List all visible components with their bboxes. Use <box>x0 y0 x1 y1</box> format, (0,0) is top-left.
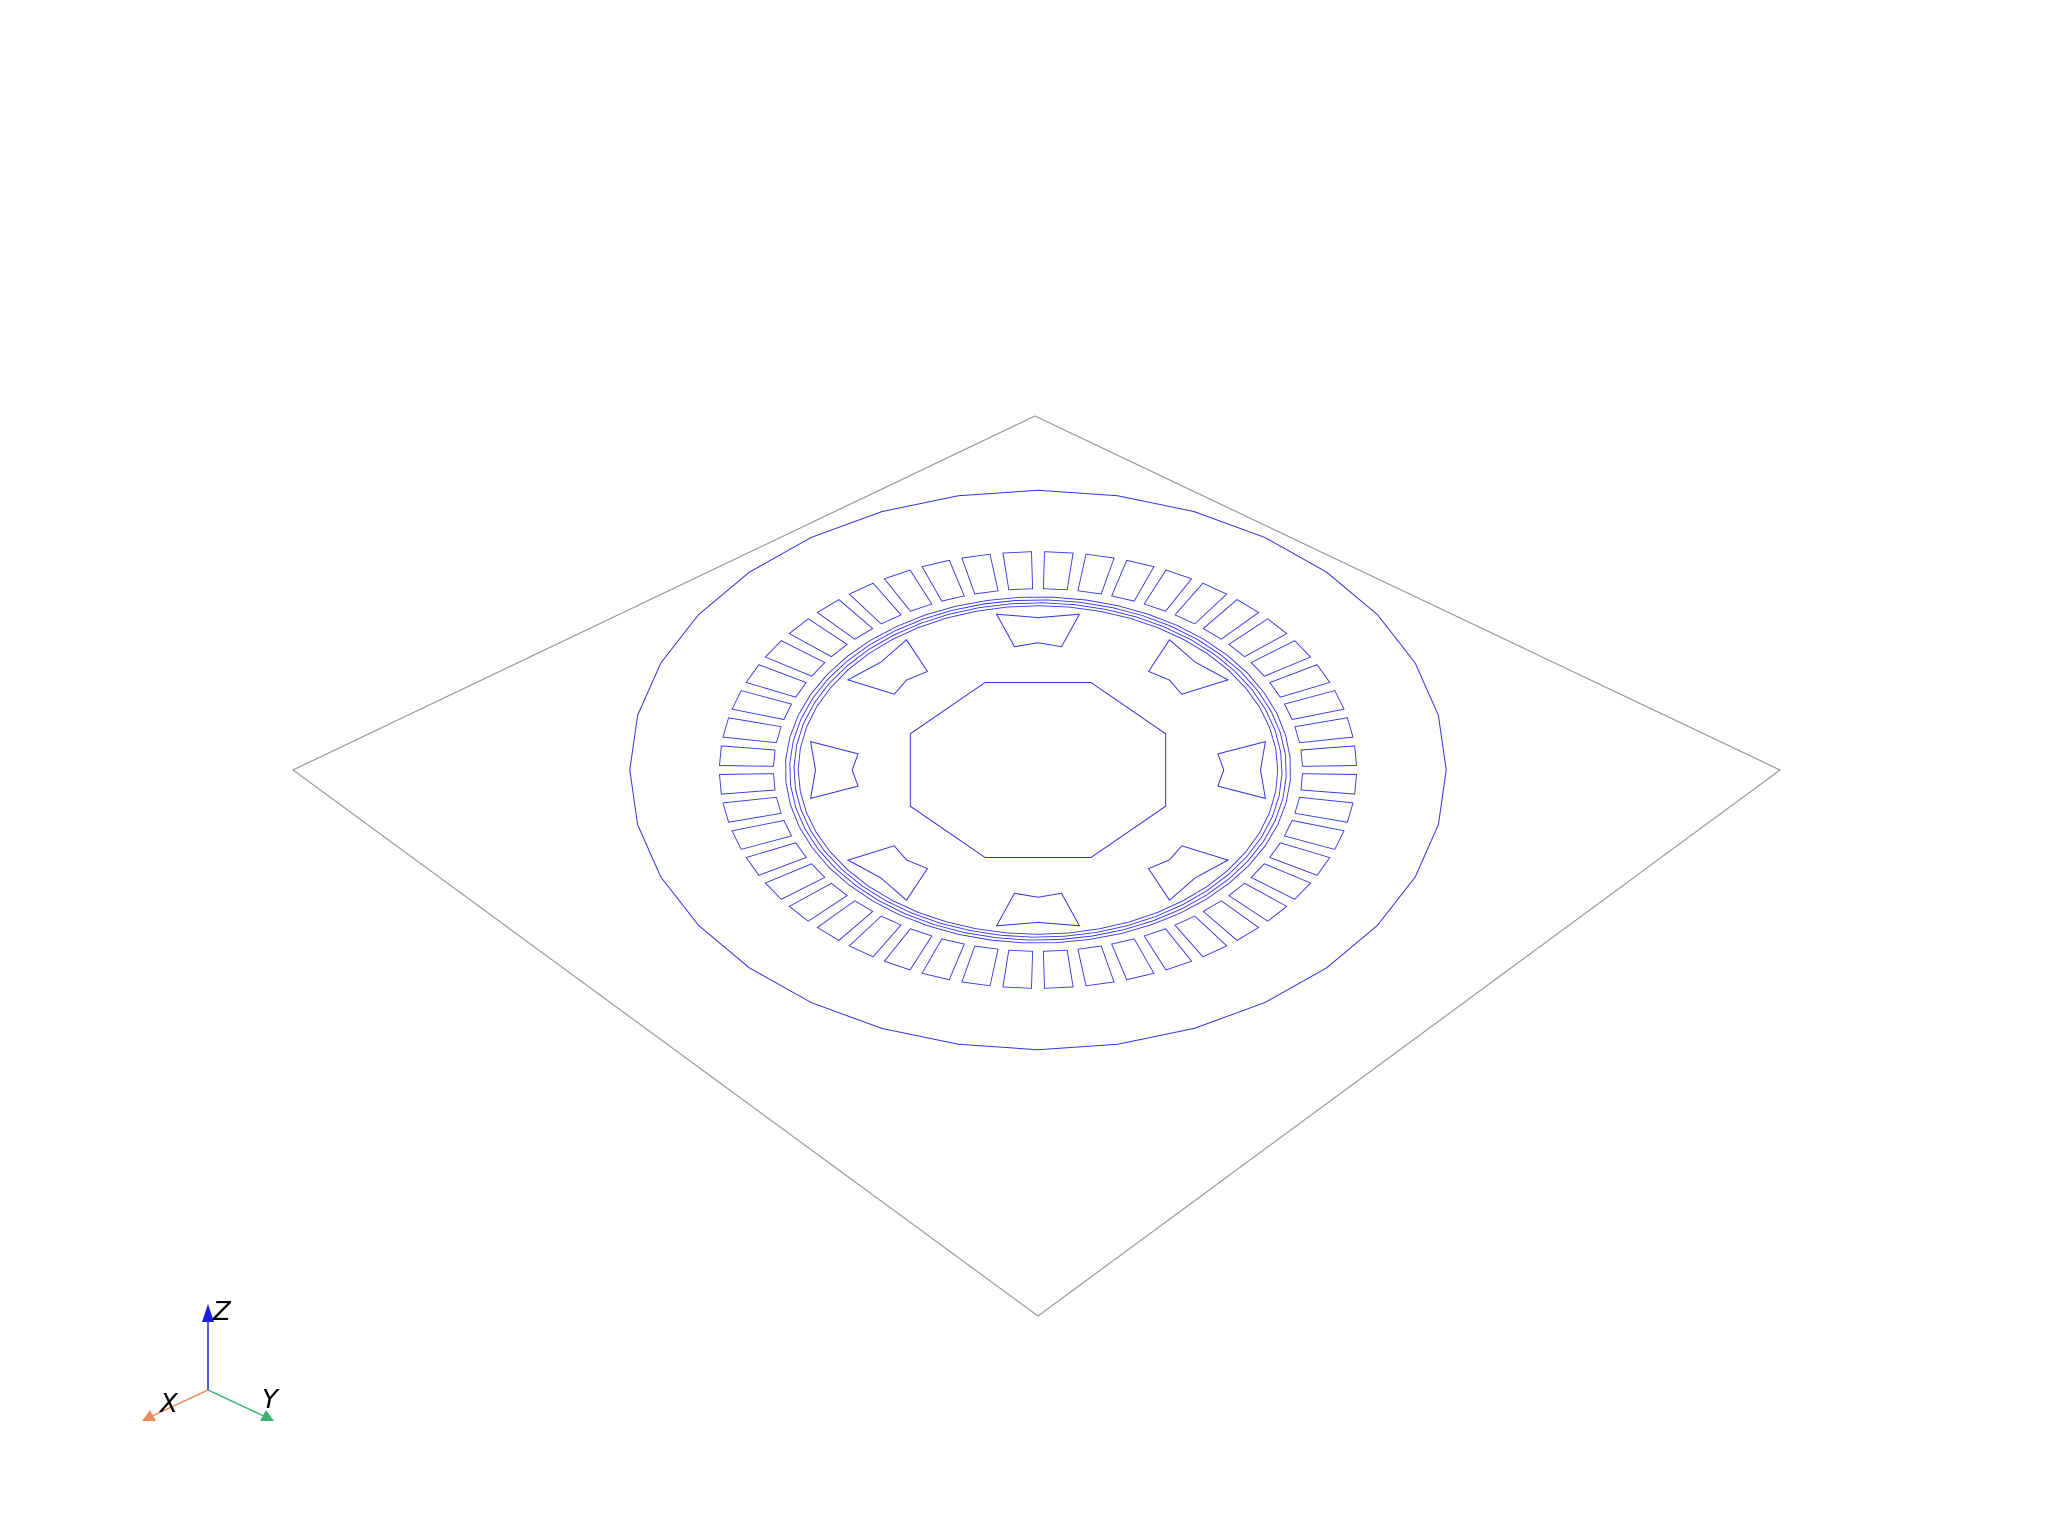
stator-slot <box>1294 717 1354 744</box>
stator-slot <box>1111 938 1155 981</box>
stator-slot <box>745 664 807 698</box>
stator-slot <box>816 900 874 941</box>
stator-outer-boundary <box>629 489 1447 1051</box>
rotor-magnet <box>1217 740 1267 800</box>
rotor-shaft-octagon <box>909 682 1167 858</box>
stator-slot <box>722 796 782 823</box>
stator-slot <box>961 553 999 595</box>
stator-slot <box>961 945 999 987</box>
rotor-magnet <box>995 892 1081 927</box>
stator-slot <box>921 559 965 602</box>
stator-slot <box>1283 690 1345 721</box>
airgap-ring <box>785 596 1291 944</box>
stator-slot <box>1300 745 1357 767</box>
stator-slot <box>816 599 874 640</box>
stator-slot <box>1228 618 1288 658</box>
stator-slot <box>1143 928 1193 971</box>
stator-slot <box>1269 842 1331 876</box>
y-axis-line <box>207 1389 269 1419</box>
stator-slot <box>788 618 848 658</box>
3d-viewport[interactable] <box>0 0 2066 1538</box>
stator-slot <box>1111 559 1155 602</box>
stator-slot <box>1202 599 1260 640</box>
stator-slot <box>719 745 776 767</box>
rotor-magnet <box>809 740 859 800</box>
stator-slot <box>1269 664 1331 698</box>
airgap-ring <box>797 605 1279 935</box>
stator-slot <box>722 717 782 744</box>
stator-slot <box>1077 945 1115 987</box>
y-axis-label: Y <box>262 1385 280 1415</box>
stator-slot <box>921 938 965 981</box>
stator-slot <box>883 569 933 612</box>
ground-plane-outline <box>291 415 1782 1317</box>
stator-slot <box>1300 773 1357 795</box>
wireframe-model <box>291 415 1782 1317</box>
stator-slot <box>1042 551 1074 591</box>
x-axis-label: X <box>158 1389 179 1419</box>
stator-slot <box>1002 949 1034 989</box>
airgap-rings <box>785 596 1291 944</box>
rotor-magnet <box>995 613 1081 648</box>
stator-slot <box>788 882 848 922</box>
stator-slot <box>719 773 776 795</box>
z-axis-label: Z <box>212 1297 232 1327</box>
airgap-ring <box>789 599 1287 941</box>
stator-slot <box>1002 551 1034 591</box>
stator-slot <box>745 842 807 876</box>
stator-slot <box>1202 900 1260 941</box>
stator-slot <box>731 690 793 721</box>
axis-triad: Z X Y <box>142 1297 280 1421</box>
stator-slot <box>1143 569 1193 612</box>
stator-slot <box>883 928 933 971</box>
stator-slot <box>1294 796 1354 823</box>
stator-slot <box>1283 819 1345 850</box>
rotor-magnets <box>809 613 1267 927</box>
x-axis-line <box>147 1389 209 1419</box>
stator-slot <box>731 819 793 850</box>
airgap-ring <box>793 602 1283 938</box>
stator-slot <box>1042 949 1074 989</box>
stator-slot <box>1228 882 1288 922</box>
stator-slot <box>1077 553 1115 595</box>
